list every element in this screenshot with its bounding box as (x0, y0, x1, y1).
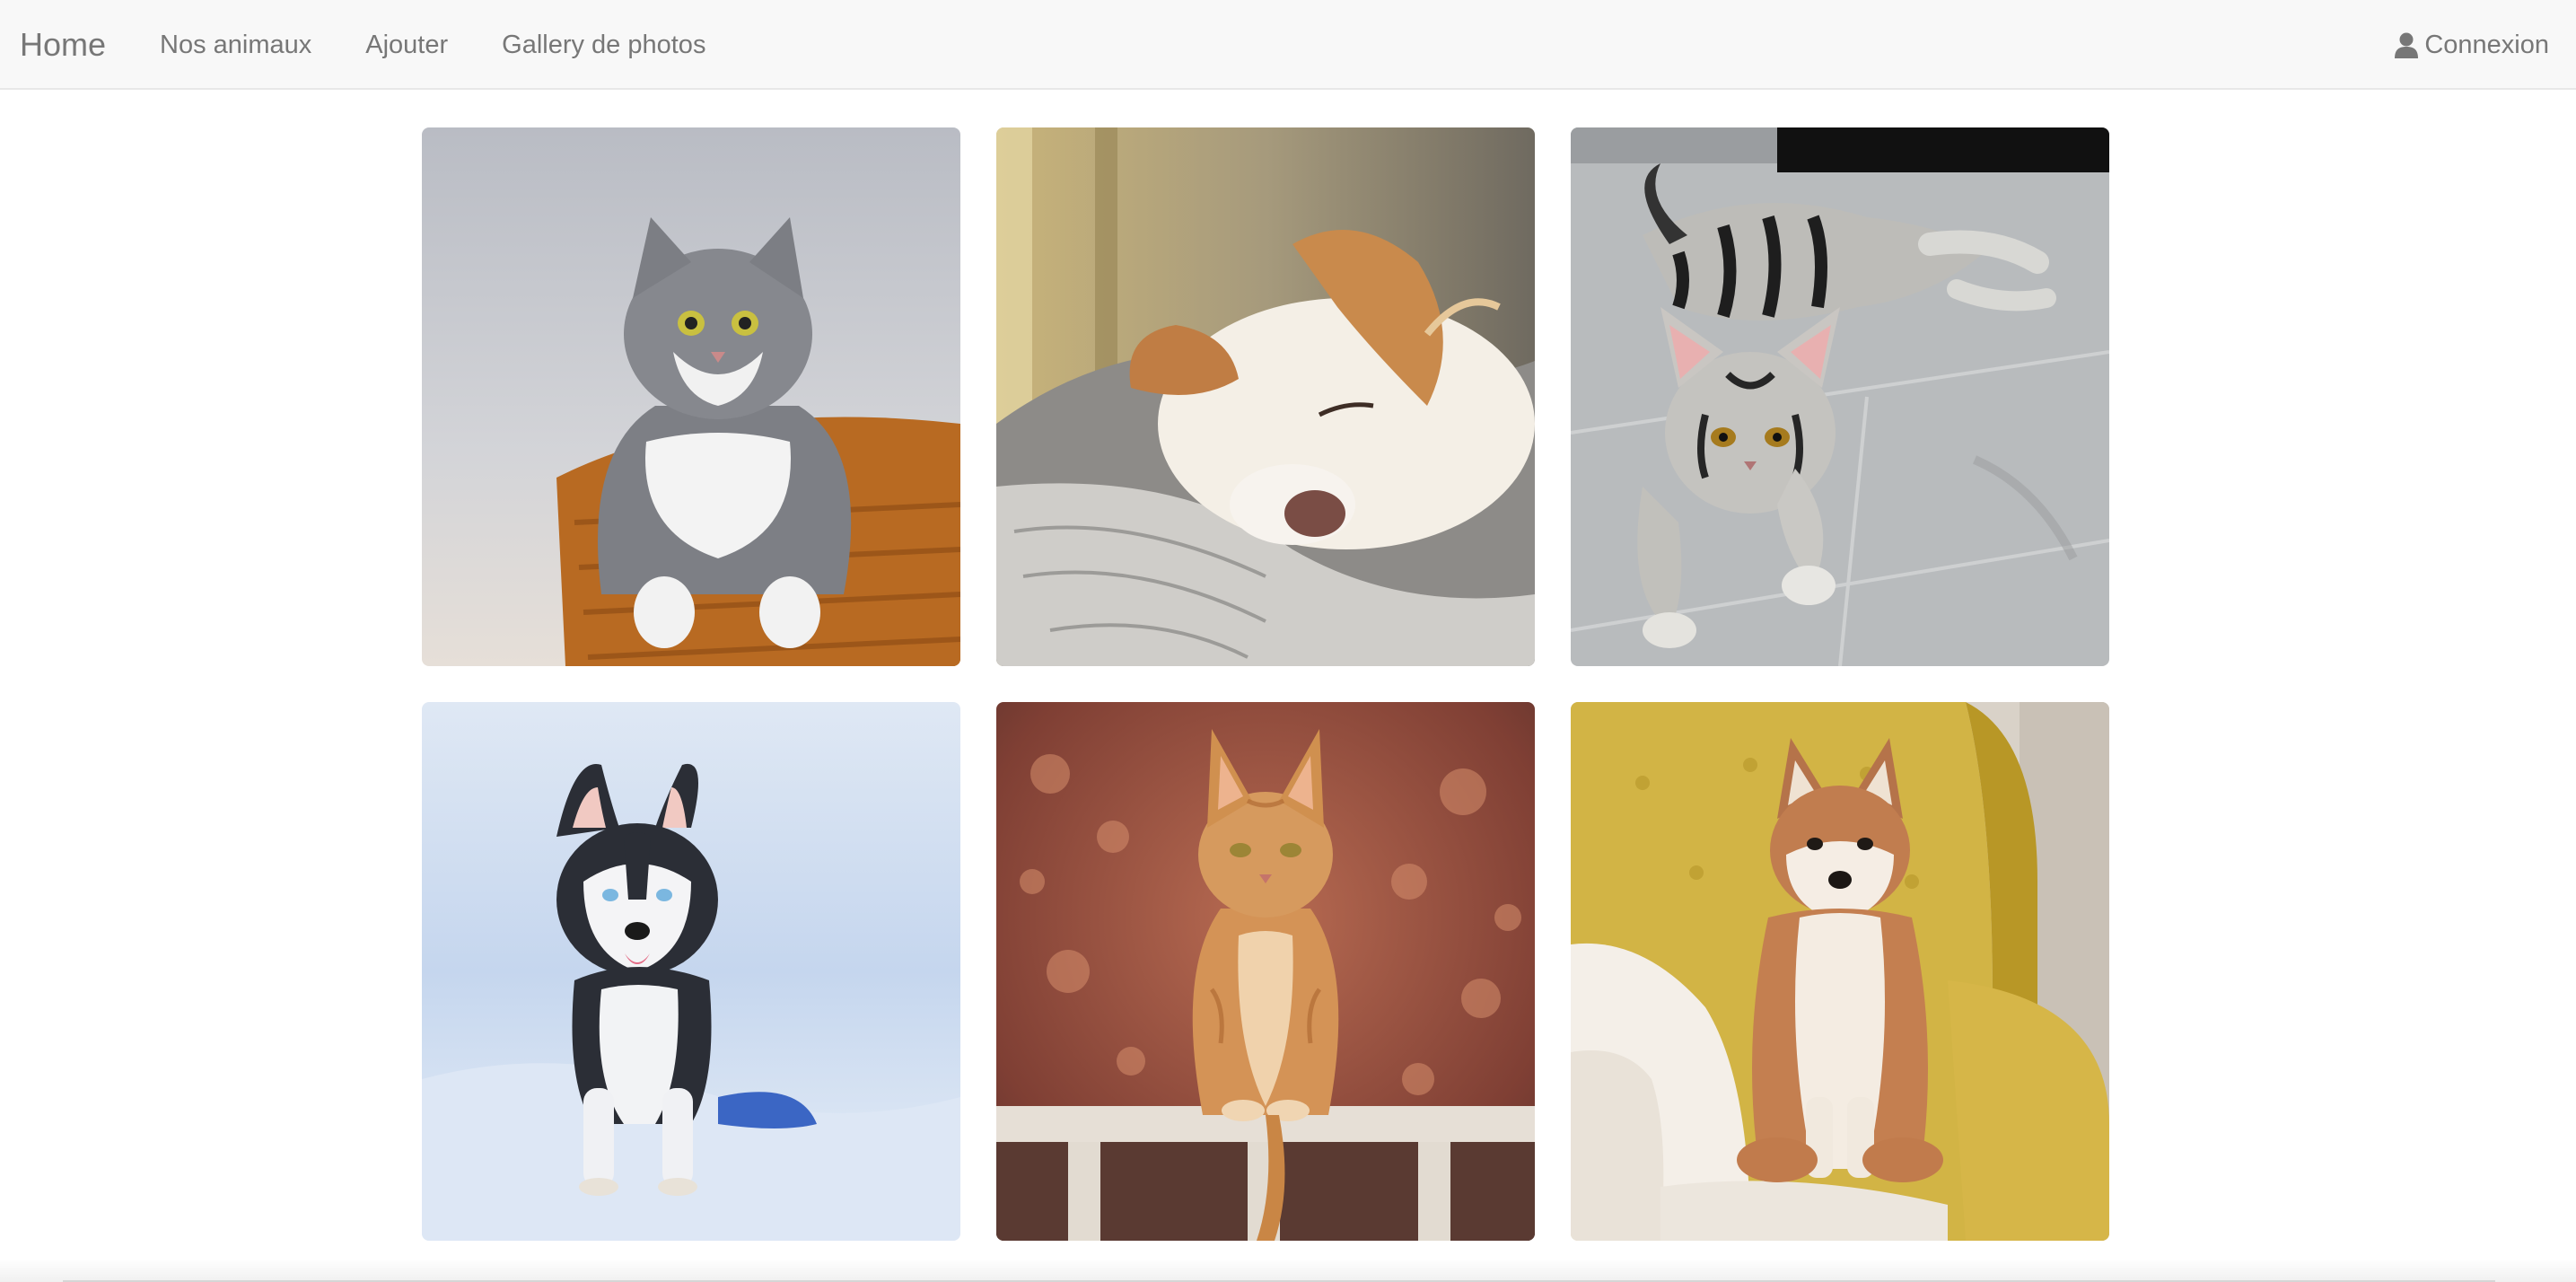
photo-shiba-inu[interactable] (1571, 702, 2109, 1241)
home-link[interactable]: Home (20, 0, 106, 90)
photo-tabby-kitten[interactable] (1571, 127, 2109, 666)
husky-puppy-image (422, 702, 960, 1241)
nav-link-nos-animaux[interactable]: Nos animaux (160, 31, 311, 60)
nav-link-gallery[interactable]: Gallery de photos (502, 31, 705, 60)
sleeping-dog-image (996, 127, 1535, 666)
top-navbar: Home Nos animaux Ajouter Gallery de phot… (0, 0, 2576, 90)
login-link[interactable]: Connexion (2394, 0, 2549, 90)
cat-basket-image (422, 127, 960, 666)
orange-cat-image (996, 702, 1535, 1241)
photo-husky-puppy[interactable] (422, 702, 960, 1241)
photo-cat-basket[interactable] (422, 127, 960, 666)
photo-sleeping-dog[interactable] (996, 127, 1535, 666)
bottom-shadow (0, 1259, 2576, 1282)
shiba-inu-image (1571, 702, 2109, 1241)
nav-links: Nos animaux Ajouter Gallery de photos (160, 0, 759, 90)
photo-gallery (422, 127, 2109, 1241)
user-icon (2395, 32, 2419, 58)
photo-orange-cat[interactable] (996, 702, 1535, 1241)
login-label: Connexion (2424, 30, 2549, 59)
tabby-kitten-image (1571, 127, 2109, 666)
nav-link-ajouter[interactable]: Ajouter (365, 31, 448, 60)
